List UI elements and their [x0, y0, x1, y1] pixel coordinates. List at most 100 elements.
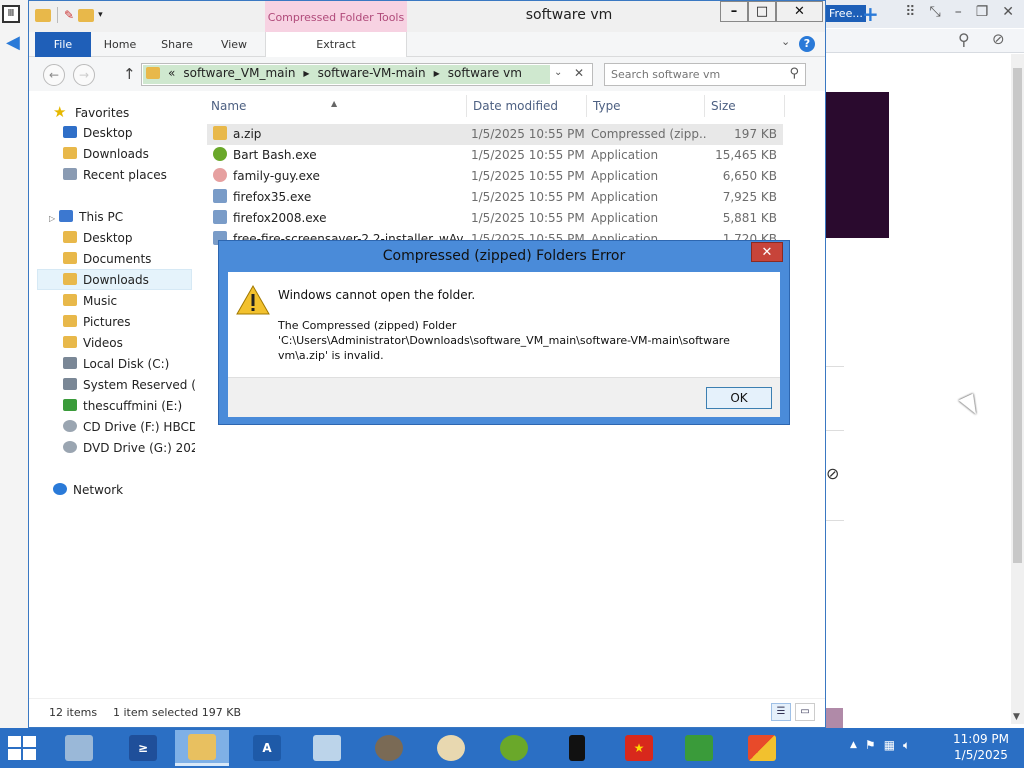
breadcrumb-software-vm-main-2[interactable]: software-VM-main	[318, 66, 426, 80]
app-menu-icon[interactable]: Ⅲ	[2, 5, 20, 23]
scroll-down-icon[interactable]: ▼	[1013, 712, 1020, 722]
nav-pc-pictures[interactable]: Pictures	[63, 312, 131, 332]
downloads-folder-icon	[63, 147, 77, 159]
app-figure-button[interactable]	[550, 730, 604, 766]
nav-pc-videos[interactable]: Videos	[63, 333, 123, 353]
app-blue-button[interactable]	[300, 730, 354, 766]
nav-pc-documents[interactable]: Documents	[63, 249, 151, 269]
close-icon[interactable]: ✕	[1002, 4, 1014, 20]
nav-pc-downloads[interactable]: Downloads	[63, 270, 149, 290]
nav-cd-drive-f[interactable]: CD Drive (F:) HBCD_	[63, 417, 195, 437]
chevron-right-icon[interactable]: ▶	[303, 69, 309, 78]
app-star-button[interactable]: ★	[612, 730, 666, 766]
column-size[interactable]: Size	[705, 95, 785, 117]
hidden-eye-icon[interactable]: ⊘	[826, 464, 839, 483]
clock-time: 11:09 PM	[953, 732, 1009, 746]
nav-recent-places[interactable]: Recent places	[63, 165, 167, 185]
tab-view[interactable]: View	[209, 32, 259, 57]
nav-dvd-drive-g[interactable]: DVD Drive (G:) 20241	[63, 438, 195, 458]
recent-places-icon	[63, 168, 77, 180]
file-explorer-button[interactable]	[175, 730, 229, 766]
properties-icon[interactable]: ✎	[64, 8, 74, 22]
address-dropdown-icon[interactable]: ⌄	[554, 67, 562, 78]
tab-extract[interactable]: Extract	[265, 32, 407, 57]
details-view-button[interactable]: ☰	[771, 703, 791, 721]
search-icon[interactable]: ⚲	[789, 66, 799, 81]
restore-icon[interactable]: ❐	[976, 4, 989, 20]
tab-file[interactable]: File	[35, 32, 91, 57]
column-name[interactable]: Name ▲	[205, 95, 467, 117]
up-button[interactable]: ↑	[123, 65, 136, 83]
nav-local-disk-c[interactable]: Local Disk (C:)	[63, 354, 195, 374]
nav-pc-music[interactable]: Music	[63, 291, 117, 311]
dialog-body: Windows cannot open the folder. The Comp…	[228, 272, 780, 417]
scrollbar-thumb[interactable]	[1013, 68, 1022, 563]
network-tray-icon[interactable]: ▦	[884, 738, 895, 753]
folder-icon[interactable]	[35, 8, 51, 22]
expand-chevron-icon[interactable]: ▷	[49, 214, 55, 223]
expand-ribbon-icon[interactable]: ⌄	[781, 35, 790, 48]
new-tab-icon[interactable]: +	[862, 2, 879, 26]
column-date-modified[interactable]: Date modified	[467, 95, 587, 117]
nav-system-reserved-d[interactable]: System Reserved (D:	[63, 375, 195, 395]
file-row[interactable]: family-guy.exe 1/5/2025 10:55 PM Applica…	[207, 166, 783, 187]
large-icons-view-button[interactable]: ▭	[795, 703, 815, 721]
help-icon[interactable]: ?	[799, 36, 815, 52]
nav-favorites[interactable]: ★ Favorites	[53, 102, 129, 122]
clear-address-icon[interactable]: ✕	[574, 66, 584, 80]
action-center-icon[interactable]: ⚑	[865, 738, 876, 753]
file-row[interactable]: firefox2008.exe 1/5/2025 10:55 PM Applic…	[207, 208, 783, 229]
volume-icon[interactable]: 🔈︎	[903, 738, 910, 753]
app-monitor-button[interactable]	[672, 730, 726, 766]
paint-button[interactable]	[424, 730, 478, 766]
cd-drive-icon	[63, 420, 77, 432]
back-button[interactable]: ←	[43, 64, 65, 86]
nav-pc-desktop[interactable]: Desktop	[63, 228, 133, 248]
tab-share[interactable]: Share	[149, 32, 205, 57]
customize-dropdown-icon[interactable]: ▾	[98, 10, 103, 20]
search-icon[interactable]: ⚲	[958, 30, 970, 49]
breadcrumb-software-vm[interactable]: software vm	[448, 66, 522, 80]
app-a-button[interactable]: A	[240, 730, 294, 766]
nav-this-pc[interactable]: ▷ This PC	[49, 207, 123, 227]
minimize-button[interactable]: –	[720, 1, 748, 22]
app-squares-button[interactable]	[735, 730, 789, 766]
search-box[interactable]: ⚲	[604, 63, 806, 86]
start-button[interactable]	[8, 736, 38, 762]
server-manager-button[interactable]	[52, 730, 106, 766]
extension-icon[interactable]: ⊘	[992, 30, 1005, 48]
app-raccoon-button[interactable]	[362, 730, 416, 766]
file-row[interactable]: Bart Bash.exe 1/5/2025 10:55 PM Applicat…	[207, 145, 783, 166]
file-row[interactable]: firefox35.exe 1/5/2025 10:55 PM Applicat…	[207, 187, 783, 208]
maximize-button[interactable]: □	[748, 1, 776, 22]
ok-button[interactable]: OK	[706, 387, 772, 409]
breadcrumb-software-vm-main-1[interactable]: software_VM_main	[183, 66, 295, 80]
dialog-close-button[interactable]: ✕	[751, 242, 783, 262]
shrink-icon[interactable]: ⤡	[930, 4, 941, 20]
show-hidden-icons[interactable]: ▲	[850, 738, 857, 753]
back-arrow-icon[interactable]: ◀	[6, 32, 20, 53]
column-type[interactable]: Type	[587, 95, 705, 117]
breadcrumb-overflow[interactable]: «	[168, 66, 175, 80]
grid-icon[interactable]: ⠿	[905, 4, 915, 20]
chevron-right-icon[interactable]: ▶	[434, 69, 440, 78]
nav-favorites-desktop[interactable]: Desktop	[63, 123, 133, 143]
clock[interactable]: 11:09 PM 1/5/2025	[944, 731, 1018, 763]
app-gear-button[interactable]	[487, 730, 541, 766]
compressed-folder-tools-tab[interactable]: Compressed Folder Tools	[265, 1, 407, 32]
nav-thescuffmini-e[interactable]: thescuffmini (E:)	[63, 396, 195, 416]
browser-tab[interactable]: Free...	[826, 5, 866, 22]
navigation-bar: ← → ↑ « software_VM_main ▶ software-VM-m…	[29, 57, 825, 91]
tab-home[interactable]: Home	[95, 32, 145, 57]
close-button[interactable]: ✕	[776, 1, 823, 22]
new-folder-icon[interactable]	[78, 8, 95, 22]
file-row[interactable]: a.zip 1/5/2025 10:55 PM Compressed (zipp…	[207, 124, 783, 145]
address-bar[interactable]: « software_VM_main ▶ software-VM-main ▶ …	[141, 63, 593, 86]
search-input[interactable]	[611, 64, 781, 84]
forward-button[interactable]: →	[73, 64, 95, 86]
letter-a-icon: A	[253, 735, 281, 761]
nav-favorites-downloads[interactable]: Downloads	[63, 144, 149, 164]
minimize-icon[interactable]: –	[955, 4, 962, 20]
nav-network[interactable]: Network	[53, 480, 123, 500]
powershell-button[interactable]: ≥	[116, 730, 170, 766]
